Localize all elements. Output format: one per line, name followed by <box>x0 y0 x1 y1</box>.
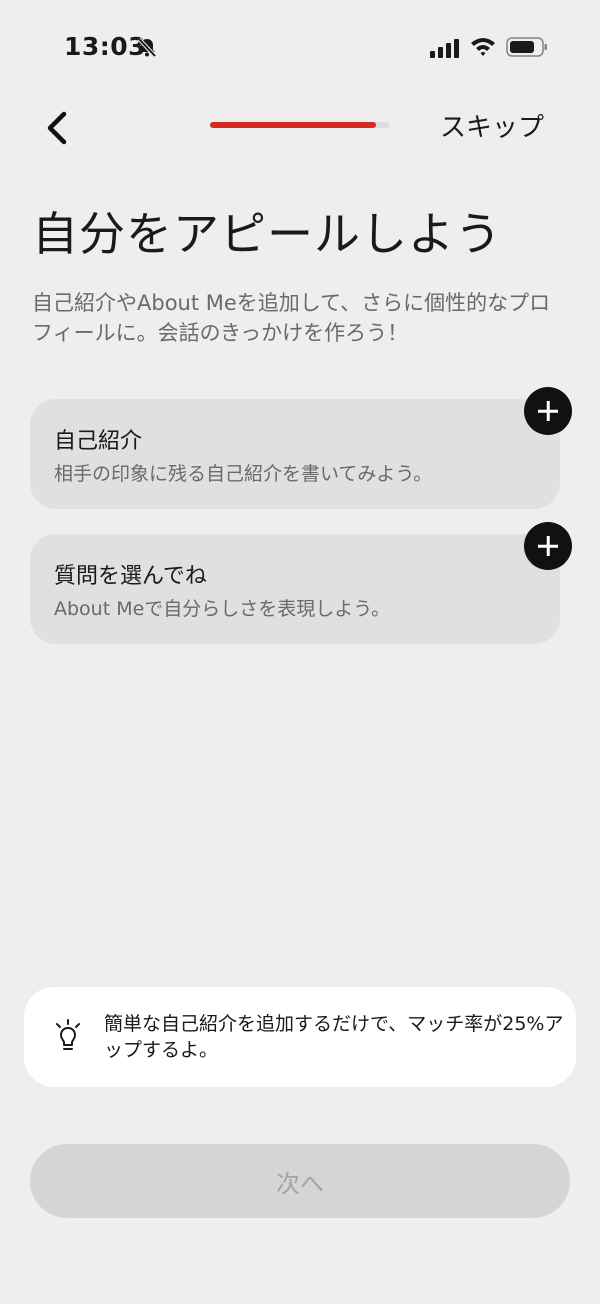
self-introduction-card[interactable]: 自己紹介 相手の印象に残る自己紹介を書いてみよう。 <box>30 387 572 509</box>
cellular-signal-icon <box>430 39 459 58</box>
about-me-question-card[interactable]: 質問を選んでね About Meで自分らしさを表現しよう。 <box>30 522 572 644</box>
progress-bar-fill <box>210 122 376 128</box>
card-description: About Meで自分らしさを表現しよう。 <box>54 598 391 620</box>
add-question-button[interactable] <box>524 522 572 570</box>
next-button[interactable]: 次へ <box>30 1144 570 1218</box>
card-title: 自己紹介 <box>54 429 143 454</box>
card-description: 相手の印象に残る自己紹介を書いてみよう。 <box>54 463 433 485</box>
onboarding-progress-bar <box>210 122 390 128</box>
battery-icon <box>506 37 547 57</box>
back-chevron-icon[interactable] <box>36 104 80 152</box>
skip-button[interactable]: スキップ <box>440 107 544 144</box>
bell-muted-icon <box>137 37 157 58</box>
tip-text: 簡単な自己紹介を追加するだけで、マッチ率が25%アップするよ。 <box>104 1013 564 1061</box>
page-subtitle: 自己紹介やAbout Meを追加して、さらに個性的なプロフィールに。会話のきっか… <box>32 291 551 345</box>
page-title: 自分をアピールしよう <box>32 207 502 261</box>
status-bar: 13:03 <box>0 0 600 96</box>
nav-bar: スキップ <box>0 96 600 160</box>
tip-banner: 簡単な自己紹介を追加するだけで、マッチ率が25%アップするよ。 <box>24 987 576 1087</box>
add-self-introduction-button[interactable] <box>524 387 572 435</box>
lightbulb-icon <box>56 1019 80 1050</box>
wifi-icon <box>471 38 495 56</box>
status-time: 13:03 <box>64 32 147 61</box>
card-title: 質問を選んでね <box>54 564 207 589</box>
